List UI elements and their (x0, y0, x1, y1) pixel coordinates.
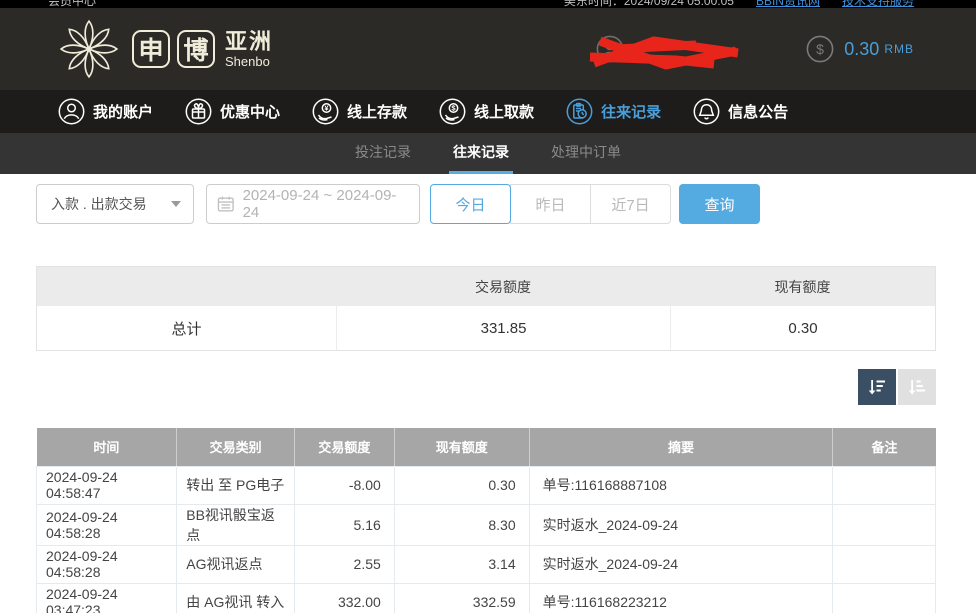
top-utility-bar: 会员中心 美东时间：2024/09/24 05:00:05 BBIN资讯网 技术… (0, 0, 976, 8)
table-row: 2024-09-24 04:58:28 AG视讯返点 2.55 3.14 实时返… (37, 545, 936, 583)
record-subtabs: 投注记录 往来记录 处理中订单 (0, 133, 976, 174)
cell-type: 转出 至 PG电子 (177, 466, 295, 504)
summary-header-row: 交易额度 现有额度 (37, 267, 935, 306)
filter-bar: 入款 . 出款交易 2024-09-24 ~ 2024-09-24 今日 昨日 … (36, 184, 936, 224)
cell-amount: 332.00 (295, 583, 395, 613)
chevron-down-icon (171, 201, 181, 207)
tab-pending-orders[interactable]: 处理中订单 (547, 133, 625, 174)
tech-support-link[interactable]: 技术支持服务 (842, 0, 914, 8)
sort-controls (36, 369, 936, 405)
username-chip[interactable] (596, 31, 764, 67)
sort-ascending-button[interactable] (898, 369, 936, 405)
logo-char-box: 申 (132, 30, 170, 68)
redaction-scribble (586, 33, 746, 73)
cell-note (833, 583, 936, 613)
cell-note (833, 545, 936, 583)
summary-total-row: 总计 331.85 0.30 (37, 306, 935, 350)
nav-announcements[interactable]: 信息公告 (693, 98, 788, 125)
header-note[interactable]: 备注 (833, 428, 936, 466)
server-time: 美东时间：2024/09/24 05:00:05 (564, 0, 734, 8)
cell-type: 由 AG视讯 转入 (177, 583, 295, 613)
main-nav: 我的账户 优惠中心 ¥ 线上存款 $ 线上取款 往来记录 (0, 90, 976, 133)
cell-summary: 单号:116168887108 (529, 466, 833, 504)
sort-descending-icon (867, 377, 887, 397)
cell-amount: 5.16 (295, 504, 395, 545)
cell-summary: 实时返水_2024-09-24 (529, 545, 833, 583)
cell-summary: 实时返水_2024-09-24 (529, 504, 833, 545)
user-icon (58, 98, 85, 125)
gift-icon (185, 98, 212, 125)
deposit-icon: ¥ (312, 98, 339, 125)
nav-promotions[interactable]: 优惠中心 (185, 98, 280, 125)
logo-char-box: 博 (177, 30, 215, 68)
bell-icon (693, 98, 720, 125)
withdraw-icon: $ (439, 98, 466, 125)
sort-ascending-icon (907, 377, 927, 397)
cell-type: BB视讯骰宝返点 (177, 504, 295, 545)
svg-text:$: $ (816, 41, 824, 57)
summary-table: 交易额度 现有额度 总计 331.85 0.30 (36, 266, 936, 351)
tab-betting-records[interactable]: 投注记录 (351, 133, 415, 174)
member-center-link[interactable]: 会员中心 (48, 0, 96, 8)
summary-header-empty (37, 267, 336, 306)
table-row: 2024-09-24 04:58:28 BB视讯骰宝返点 5.16 8.30 实… (37, 504, 936, 545)
records-header-row: 时间 交易类别 交易额度 现有额度 摘要 备注 (37, 428, 936, 466)
sort-descending-button[interactable] (858, 369, 896, 405)
today-button[interactable]: 今日 (430, 184, 511, 224)
nav-deposit[interactable]: ¥ 线上存款 (312, 98, 407, 125)
cell-balance: 332.59 (394, 583, 529, 613)
logo-region-text: 亚洲 Shenbo (225, 31, 273, 68)
summary-header-balance: 现有额度 (670, 267, 935, 306)
cell-amount: 2.55 (295, 545, 395, 583)
account-balance-area: $ 0.30 RMB (596, 31, 914, 67)
header-current-balance[interactable]: 现有额度 (394, 428, 529, 466)
brand-bar: 申 博 亚洲 Shenbo (0, 8, 976, 90)
transaction-records-table: 时间 交易类别 交易额度 现有额度 摘要 备注 2024-09-24 04:58… (36, 428, 936, 613)
content-area: 入款 . 出款交易 2024-09-24 ~ 2024-09-24 今日 昨日 … (0, 174, 976, 613)
header-summary[interactable]: 摘要 (529, 428, 833, 466)
summary-transaction-total: 331.85 (336, 306, 670, 350)
table-row: 2024-09-24 03:47:23 由 AG视讯 转入 332.00 332… (37, 583, 936, 613)
lotus-flower-icon (58, 18, 120, 80)
bbin-news-link[interactable]: BBIN资讯网 (756, 0, 820, 8)
summary-current-balance: 0.30 (670, 306, 935, 350)
last7days-button[interactable]: 近7日 (590, 184, 671, 224)
cell-balance: 8.30 (394, 504, 529, 545)
header-time[interactable]: 时间 (37, 428, 177, 466)
table-row: 2024-09-24 04:58:47 转出 至 PG电子 -8.00 0.30… (37, 466, 936, 504)
cell-note (833, 504, 936, 545)
header-transaction-type[interactable]: 交易类别 (177, 428, 295, 466)
cell-balance: 3.14 (394, 545, 529, 583)
date-range-input[interactable]: 2024-09-24 ~ 2024-09-24 (206, 184, 420, 224)
nav-withdraw[interactable]: $ 线上取款 (439, 98, 534, 125)
nav-transaction-records[interactable]: 往来记录 (566, 98, 661, 125)
quick-date-group: 今日 昨日 近7日 (430, 184, 671, 224)
cell-time: 2024-09-24 04:58:28 (37, 545, 177, 583)
dollar-coin-icon: $ (806, 35, 834, 63)
shenbo-logo[interactable]: 申 博 亚洲 Shenbo (58, 18, 273, 80)
summary-total-label: 总计 (37, 306, 336, 350)
header-transaction-amount[interactable]: 交易额度 (295, 428, 395, 466)
balance-currency: RMB (884, 42, 914, 56)
balance-amount: 0.30 (844, 39, 879, 60)
nav-my-account[interactable]: 我的账户 (58, 98, 153, 125)
tab-transaction-records[interactable]: 往来记录 (449, 133, 513, 174)
balance-display[interactable]: $ 0.30 RMB (806, 35, 914, 63)
search-button[interactable]: 查询 (679, 184, 760, 224)
cell-note (833, 466, 936, 504)
cell-summary: 单号:116168223212 (529, 583, 833, 613)
cell-amount: -8.00 (295, 466, 395, 504)
calendar-icon (217, 195, 235, 213)
cell-time: 2024-09-24 03:47:23 (37, 583, 177, 613)
records-icon (566, 98, 593, 125)
summary-header-transaction: 交易额度 (336, 267, 670, 306)
yesterday-button[interactable]: 昨日 (510, 184, 591, 224)
cell-balance: 0.30 (394, 466, 529, 504)
cell-time: 2024-09-24 04:58:47 (37, 466, 177, 504)
cell-time: 2024-09-24 04:58:28 (37, 504, 177, 545)
transaction-type-select[interactable]: 入款 . 出款交易 (36, 184, 194, 224)
cell-type: AG视讯返点 (177, 545, 295, 583)
